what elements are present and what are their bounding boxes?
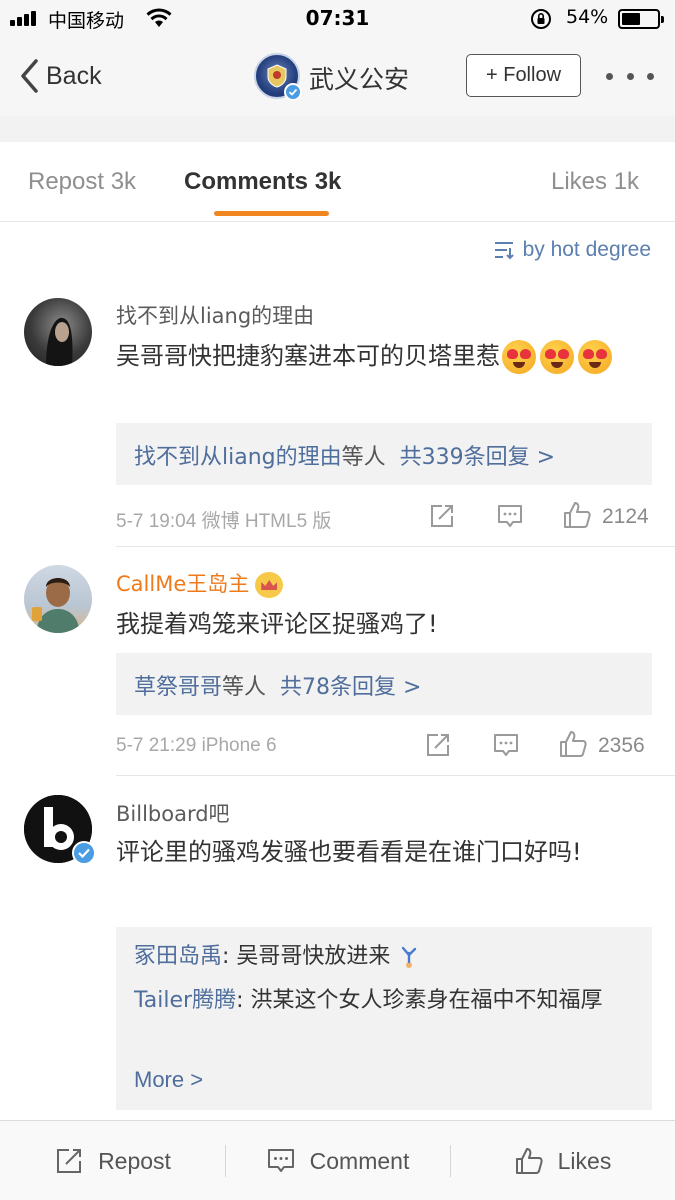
repost-icon [57, 1149, 82, 1173]
crown-badge-icon [255, 572, 284, 598]
reply-summary-box[interactable]: 草祭哥哥等人 共78条回复 > [116, 653, 652, 715]
like-icon[interactable] [558, 729, 588, 759]
reply-summary: 找不到从liang的理由等人 共339条回复 > [134, 445, 556, 470]
comment-icon [267, 1149, 294, 1172]
status-bar: 中国移动 07:31 54% [0, 0, 675, 38]
nav-bar: Back 武义公安 + Follow [0, 38, 675, 116]
section-gap [0, 116, 675, 142]
avatar[interactable] [24, 298, 92, 366]
more-options-icon[interactable] [606, 66, 654, 86]
like-icon[interactable] [562, 500, 592, 530]
tab-likes[interactable]: Likes 1k [551, 168, 639, 196]
comment-icon[interactable] [496, 502, 524, 530]
tab-comments[interactable]: Comments 3k [184, 168, 341, 196]
repost-label: Repost [98, 1147, 171, 1174]
verified-badge-icon [284, 83, 302, 101]
verified-badge-icon [72, 841, 96, 865]
chevron-left-icon [21, 59, 38, 93]
heart-eyes-emoji-icon [540, 340, 574, 374]
avatar[interactable] [24, 565, 92, 633]
reply-summary-box[interactable]: 找不到从liang的理由等人 共339条回复 > [116, 423, 652, 485]
back-button[interactable]: Back [18, 56, 102, 96]
sort-icon [494, 242, 514, 260]
comment-text: 我提着鸡笼来评论区捉骚鸡了! [116, 610, 438, 638]
battery-icon [618, 9, 664, 29]
more-replies-link[interactable]: More > [134, 1067, 203, 1093]
divider [116, 775, 675, 776]
battery-percent: 54% [566, 6, 609, 28]
bottom-action-bar: Repost Comment Likes [0, 1120, 675, 1200]
handstand-emoji-icon [402, 946, 417, 968]
like-count: 2356 [598, 734, 645, 757]
likes-label: Likes [557, 1147, 612, 1174]
share-icon[interactable] [424, 731, 452, 759]
tab-repost[interactable]: Repost 3k [28, 168, 136, 196]
sort-label: by hot degree [522, 238, 651, 261]
user-photo [46, 317, 73, 366]
repost-button[interactable]: Repost [0, 1121, 225, 1200]
reply-summary: 草祭哥哥等人 共78条回复 > [134, 675, 422, 700]
comment-label: Comment [309, 1147, 410, 1174]
comment-author[interactable]: 找不到从liang的理由 [116, 300, 314, 330]
comment-author[interactable]: Billboard吧 [116, 798, 230, 828]
comment-text: 吴哥哥快把捷豹塞进本可的贝塔里惹 [116, 336, 646, 376]
user-photo [32, 578, 80, 633]
share-icon[interactable] [428, 502, 456, 530]
heart-eyes-emoji-icon [578, 340, 612, 374]
heart-eyes-emoji-icon [502, 340, 536, 374]
comment-meta: 5-7 21:29 iPhone 6 [116, 735, 277, 756]
reply-line[interactable]: 冢田岛禹: 吴哥哥快放进来 [134, 939, 634, 975]
divider [116, 546, 675, 547]
rotation-lock-icon [531, 9, 551, 29]
follow-button[interactable]: + Follow [466, 54, 581, 97]
page-title: 武义公安 [309, 65, 410, 94]
avatar[interactable] [24, 795, 96, 865]
like-count: 2124 [602, 505, 649, 528]
comment-author[interactable]: CallMe王岛主 [116, 568, 284, 598]
back-label: Back [46, 61, 102, 90]
replies-box: 冢田岛禹: 吴哥哥快放进来 Tailer腾腾: 洪某这个女人珍素身在福中不知福厚… [116, 927, 652, 1110]
police-emblem-icon [267, 64, 287, 88]
comment-icon[interactable] [492, 731, 520, 759]
comment-text: 评论里的骚鸡发骚也要看看是在谁门口好吗! [116, 838, 582, 866]
comment-meta: 5-7 19:04 微博 HTML5 版 [116, 511, 332, 532]
like-button[interactable]: Likes [450, 1121, 675, 1200]
reply-line[interactable]: Tailer腾腾: 洪某这个女人珍素身在福中不知福厚 [134, 983, 634, 1019]
like-icon [515, 1148, 543, 1174]
tab-bar: Repost 3k Comments 3k Likes 1k [0, 142, 675, 222]
account-avatar[interactable] [254, 53, 302, 101]
comment-button[interactable]: Comment [225, 1121, 450, 1200]
active-tab-indicator [214, 211, 329, 216]
sort-button[interactable]: by hot degree [493, 238, 651, 262]
